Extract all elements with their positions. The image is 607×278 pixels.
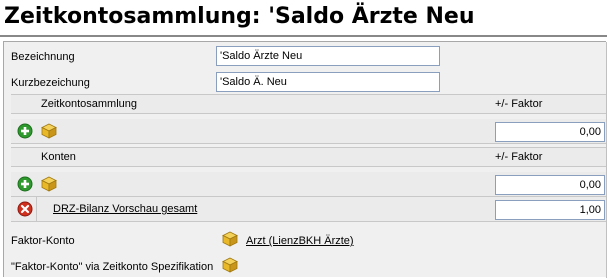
detail-panel: Bezeichnung 'Saldo Ärzte Neu Kurzbezeich…: [3, 41, 607, 278]
konten-factor-header: +/- Faktor: [495, 151, 543, 163]
cube-icon[interactable]: [41, 176, 57, 192]
cube-icon[interactable]: [222, 257, 238, 273]
cube-icon[interactable]: [41, 123, 57, 139]
zeitkontosammlung-factor-header: +/- Faktor: [495, 98, 543, 110]
zeitkontosammlung-new-row: 0,00: [11, 119, 606, 144]
bezeichnung-label: Bezeichnung: [11, 51, 75, 63]
zeitkontosammlung-factor-input[interactable]: 0,00: [495, 122, 605, 142]
konten-factor-input[interactable]: 1,00: [495, 200, 605, 220]
title-divider: [0, 35, 607, 37]
page-title: Zeitkontosammlung: 'Saldo Ärzte Neu: [4, 4, 475, 29]
faktor-spezifikation-label: "Faktor-Konto" via Zeitkonto Spezifikati…: [11, 261, 214, 273]
konten-column-header: Konten: [41, 151, 76, 163]
konten-account-link[interactable]: DRZ-Bilanz Vorschau gesamt: [53, 203, 197, 215]
add-circle-icon[interactable]: [17, 176, 33, 192]
konten-new-row: 0,00: [11, 172, 606, 197]
konten-header: Konten +/- Faktor: [11, 147, 606, 167]
row-divider: [36, 197, 37, 221]
faktor-konto-link[interactable]: Arzt (LienzBKH Ärzte): [246, 235, 354, 247]
zeitkontosammlung-column-header: Zeitkontosammlung: [41, 98, 137, 110]
zeitkontosammlung-header: Zeitkontosammlung +/- Faktor: [11, 94, 606, 114]
konten-new-factor-input[interactable]: 0,00: [495, 175, 605, 195]
bezeichnung-input[interactable]: 'Saldo Ärzte Neu: [216, 46, 440, 66]
cube-icon[interactable]: [222, 231, 238, 247]
konten-row: DRZ-Bilanz Vorschau gesamt 1,00: [11, 197, 606, 222]
kurzbezeichung-label: Kurzbezeichung: [11, 77, 90, 89]
kurzbezeichung-input[interactable]: 'Saldo Ä. Neu: [216, 72, 440, 92]
remove-circle-icon[interactable]: [17, 201, 33, 217]
add-circle-icon[interactable]: [17, 123, 33, 139]
faktor-konto-label: Faktor-Konto: [11, 235, 75, 247]
